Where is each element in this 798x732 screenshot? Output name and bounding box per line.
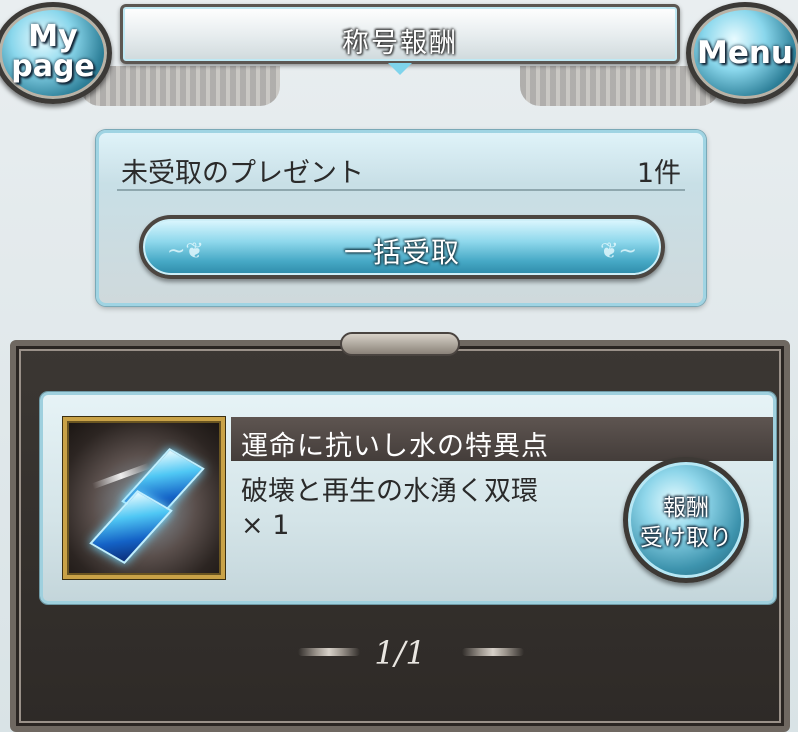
bulk-receive-label: 一括受取: [343, 236, 460, 269]
pager: 1/1: [16, 628, 784, 678]
menu-button[interactable]: Menu: [686, 2, 798, 104]
present-row: 未受取のプレゼント 1件: [117, 147, 685, 191]
reward-card: 運命に抗いし水の特異点 破壊と再生の水湧く双環 × 1 報酬 受け取り: [40, 392, 776, 604]
claim-label-line1: 報酬: [663, 495, 709, 521]
menu-label: Menu: [696, 35, 793, 71]
header-ornament-left: [80, 66, 280, 106]
flourish-right-icon: ❦~: [600, 239, 637, 264]
blue-crystal-ring-icon: [63, 417, 225, 579]
page-indicator: 1/1: [374, 634, 426, 672]
reward-panel: 運命に抗いし水の特異点 破壊と再生の水湧く双環 × 1 報酬 受け取り 1/1: [10, 332, 790, 732]
reward-title-band: 運命に抗いし水の特異点: [231, 417, 773, 462]
present-label: 未受取のプレゼント: [121, 158, 364, 189]
reward-item-name: 破壊と再生の水湧く双環: [241, 476, 538, 507]
claim-reward-button[interactable]: 報酬 受け取り: [623, 457, 749, 583]
reward-title: 運命に抗いし水の特異点: [241, 431, 549, 462]
present-box: 未受取のプレゼント 1件 ~❦ 一括受取 ❦~: [96, 130, 706, 306]
header: 称号報酬 My page Menu: [0, 0, 798, 110]
reward-quantity: × 1: [241, 510, 290, 541]
panel-ornament: [340, 332, 460, 356]
mypage-label-line2: page: [11, 49, 95, 84]
present-count: 1件: [636, 158, 681, 189]
reward-description: 破壊と再生の水湧く双環 × 1: [241, 475, 538, 543]
title-bar: 称号報酬: [120, 4, 680, 64]
claim-label-line2: 受け取り: [640, 525, 732, 551]
page-title: 称号報酬: [342, 28, 458, 59]
bulk-receive-button[interactable]: ~❦ 一括受取 ❦~: [139, 215, 665, 279]
pager-ornament-right: [462, 648, 524, 656]
